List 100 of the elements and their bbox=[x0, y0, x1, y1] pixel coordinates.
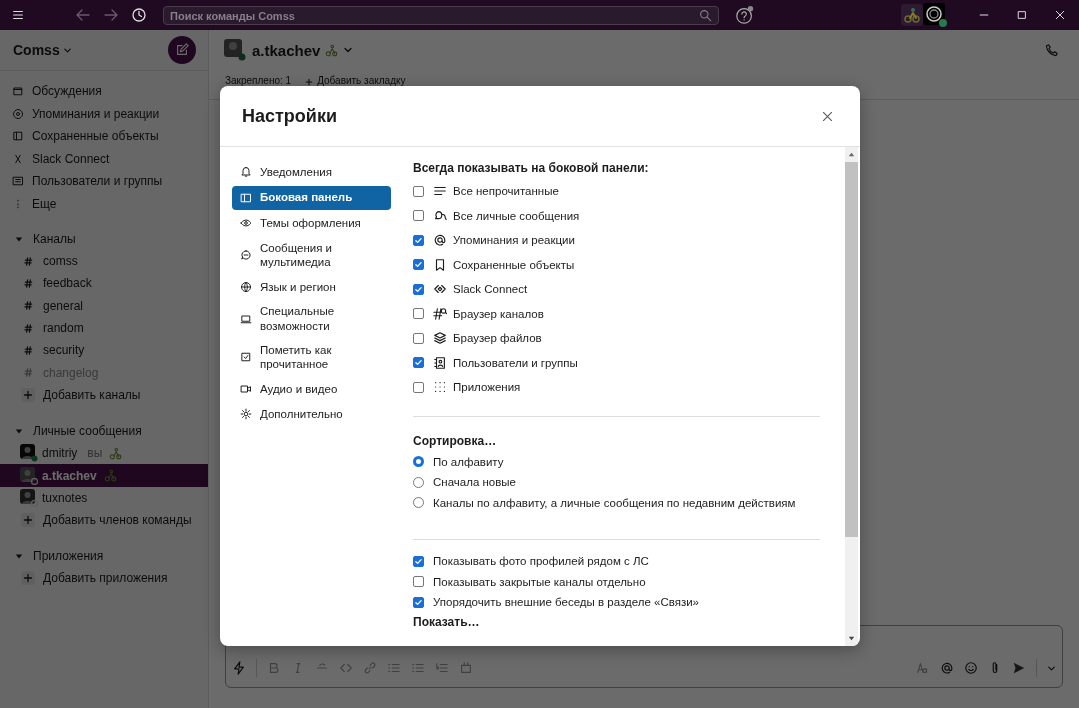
channel-item[interactable]: general bbox=[43, 298, 84, 313]
lightning-icon[interactable] bbox=[232, 661, 246, 675]
channel-title[interactable]: a.tkachev bbox=[252, 41, 321, 59]
back-arrow-icon[interactable] bbox=[75, 7, 91, 23]
checkbox-label[interactable]: Slack Connect bbox=[453, 283, 528, 296]
scroll-down-icon[interactable] bbox=[847, 634, 856, 643]
sidebar-item[interactable]: Упоминания и реакции bbox=[32, 106, 160, 121]
scrollbar[interactable] bbox=[845, 147, 858, 646]
hash-icon bbox=[24, 256, 33, 266]
sidebar-item[interactable]: Обсуждения bbox=[32, 84, 102, 99]
checkbox[interactable] bbox=[413, 596, 424, 608]
checkbox[interactable] bbox=[413, 185, 424, 197]
channel-item[interactable]: comss bbox=[43, 254, 78, 269]
settings-tab[interactable]: Пометить как прочитанное bbox=[232, 338, 391, 376]
close-icon[interactable] bbox=[821, 109, 834, 123]
sidebar-item[interactable]: Пользователи и группы bbox=[32, 174, 163, 189]
close-icon[interactable] bbox=[1054, 9, 1066, 21]
checkbox[interactable] bbox=[413, 308, 424, 320]
plus-icon[interactable] bbox=[21, 387, 35, 402]
settings-tab[interactable]: Язык и регион bbox=[232, 274, 391, 299]
checkbox[interactable] bbox=[413, 332, 424, 344]
channel-item[interactable]: security bbox=[43, 343, 85, 358]
help-icon[interactable] bbox=[735, 5, 755, 25]
pinned-link[interactable]: Закреплено: 1 bbox=[225, 75, 292, 86]
sidebar-icon bbox=[240, 191, 252, 204]
settings-tab[interactable]: Уведомления bbox=[232, 160, 391, 184]
search-field[interactable]: Поиск команды Comss bbox=[163, 6, 719, 25]
bulleted-list-icon[interactable] bbox=[411, 661, 425, 675]
numbered-list-icon[interactable] bbox=[435, 661, 449, 675]
sidebar-item[interactable]: Еще bbox=[32, 196, 57, 211]
bulleted-list-icon[interactable] bbox=[387, 661, 401, 675]
add-apps-link[interactable]: Добавить приложения bbox=[43, 571, 168, 586]
radio-label[interactable]: По алфавиту bbox=[433, 455, 504, 468]
checkbox-label[interactable]: Упоминания и реакции bbox=[453, 234, 575, 247]
section-header[interactable]: Приложения bbox=[33, 548, 104, 563]
emoji-icon[interactable] bbox=[964, 661, 978, 675]
send-icon[interactable] bbox=[1012, 661, 1026, 675]
format-icon[interactable] bbox=[916, 661, 930, 675]
dm-item[interactable]: tuxnotes bbox=[42, 490, 88, 505]
sidebar-item[interactable]: Slack Connect bbox=[32, 151, 110, 166]
checkbox-label[interactable]: Все непрочитанные bbox=[453, 185, 559, 198]
channel-item[interactable]: feedback bbox=[43, 276, 92, 291]
sidebar-item[interactable]: Сохраненные объекты bbox=[32, 129, 159, 144]
section-header[interactable]: Каналы bbox=[33, 231, 76, 246]
checkbox-label[interactable]: Все личные сообщения bbox=[453, 209, 580, 222]
section-header[interactable]: Личные сообщения bbox=[33, 423, 142, 438]
phone-icon[interactable] bbox=[1045, 43, 1059, 57]
code-icon[interactable] bbox=[339, 661, 353, 675]
settings-tab[interactable]: Боковая панель bbox=[232, 185, 391, 210]
compose-button[interactable] bbox=[168, 36, 196, 64]
checkbox-label[interactable]: Упорядочить внешние беседы в разделе «Связи» bbox=[433, 596, 699, 609]
status-cyclist-icon[interactable] bbox=[901, 4, 923, 26]
expand-triangle-icon[interactable] bbox=[15, 551, 23, 560]
bold-icon[interactable] bbox=[267, 661, 281, 675]
user-avatar[interactable] bbox=[923, 3, 947, 27]
checkbox-label[interactable]: Пользователи и группы bbox=[453, 356, 578, 369]
checkbox[interactable] bbox=[413, 555, 424, 567]
checkbox-icon bbox=[240, 350, 252, 363]
checkbox[interactable] bbox=[413, 283, 424, 295]
maximize-icon[interactable] bbox=[1016, 9, 1028, 21]
radio-label[interactable]: Каналы по алфавиту, а личные сообщения по недавним действиям bbox=[433, 496, 796, 509]
checkbox[interactable] bbox=[413, 210, 424, 222]
settings-tab[interactable]: Специальные возможности bbox=[232, 300, 391, 337]
checkbox[interactable] bbox=[413, 357, 424, 369]
checkbox[interactable] bbox=[413, 259, 424, 271]
code-block-icon[interactable] bbox=[459, 661, 473, 675]
checkbox[interactable] bbox=[413, 576, 424, 588]
caret-icon[interactable] bbox=[343, 45, 354, 55]
add-channels-link[interactable]: Добавить каналы bbox=[43, 387, 141, 402]
add-members-link[interactable]: Добавить членов команды bbox=[43, 513, 192, 528]
menu-icon[interactable] bbox=[11, 8, 25, 22]
checkbox-label[interactable]: Приложения bbox=[453, 381, 521, 394]
scroll-up-icon[interactable] bbox=[847, 150, 856, 159]
dm-item[interactable]: a.tkachev bbox=[42, 468, 97, 483]
checkbox-label[interactable]: Показывать закрытые каналы отдельно bbox=[433, 575, 646, 588]
radio-label[interactable]: Сначала новые bbox=[433, 476, 516, 489]
channel-item[interactable]: random bbox=[43, 321, 84, 336]
settings-tab[interactable]: Темы оформления bbox=[232, 211, 391, 235]
settings-tab[interactable]: Аудио и видео bbox=[232, 376, 391, 401]
radio-button[interactable] bbox=[413, 456, 424, 468]
at-sign-icon[interactable] bbox=[940, 661, 954, 675]
checkbox-label[interactable]: Показывать фото профилей рядом с ЛС bbox=[433, 555, 649, 568]
checkbox[interactable] bbox=[413, 381, 424, 393]
checkbox[interactable] bbox=[413, 234, 424, 246]
settings-tab[interactable]: Сообщения и мультимедиа bbox=[232, 236, 391, 274]
checkbox-label[interactable]: Браузер каналов bbox=[453, 307, 544, 320]
hash-icon bbox=[24, 301, 33, 311]
checkbox-label[interactable]: Браузер файлов bbox=[453, 332, 542, 345]
checkbox-label[interactable]: Сохраненные объекты bbox=[453, 258, 575, 271]
plus-icon[interactable] bbox=[21, 571, 35, 586]
expand-triangle-icon[interactable] bbox=[15, 234, 23, 243]
workspace-name[interactable]: Comss bbox=[13, 42, 72, 58]
dm-item[interactable]: dmitriy bbox=[42, 446, 78, 461]
expand-triangle-icon[interactable] bbox=[15, 426, 23, 435]
forward-arrow-icon[interactable] bbox=[103, 7, 119, 23]
history-clock-icon[interactable] bbox=[131, 7, 147, 23]
plus-icon[interactable] bbox=[305, 78, 314, 86]
add-bookmark-link[interactable]: Добавить закладку bbox=[317, 75, 406, 86]
plus-icon[interactable] bbox=[21, 513, 35, 528]
settings-tab[interactable]: Дополнительно bbox=[232, 402, 391, 427]
